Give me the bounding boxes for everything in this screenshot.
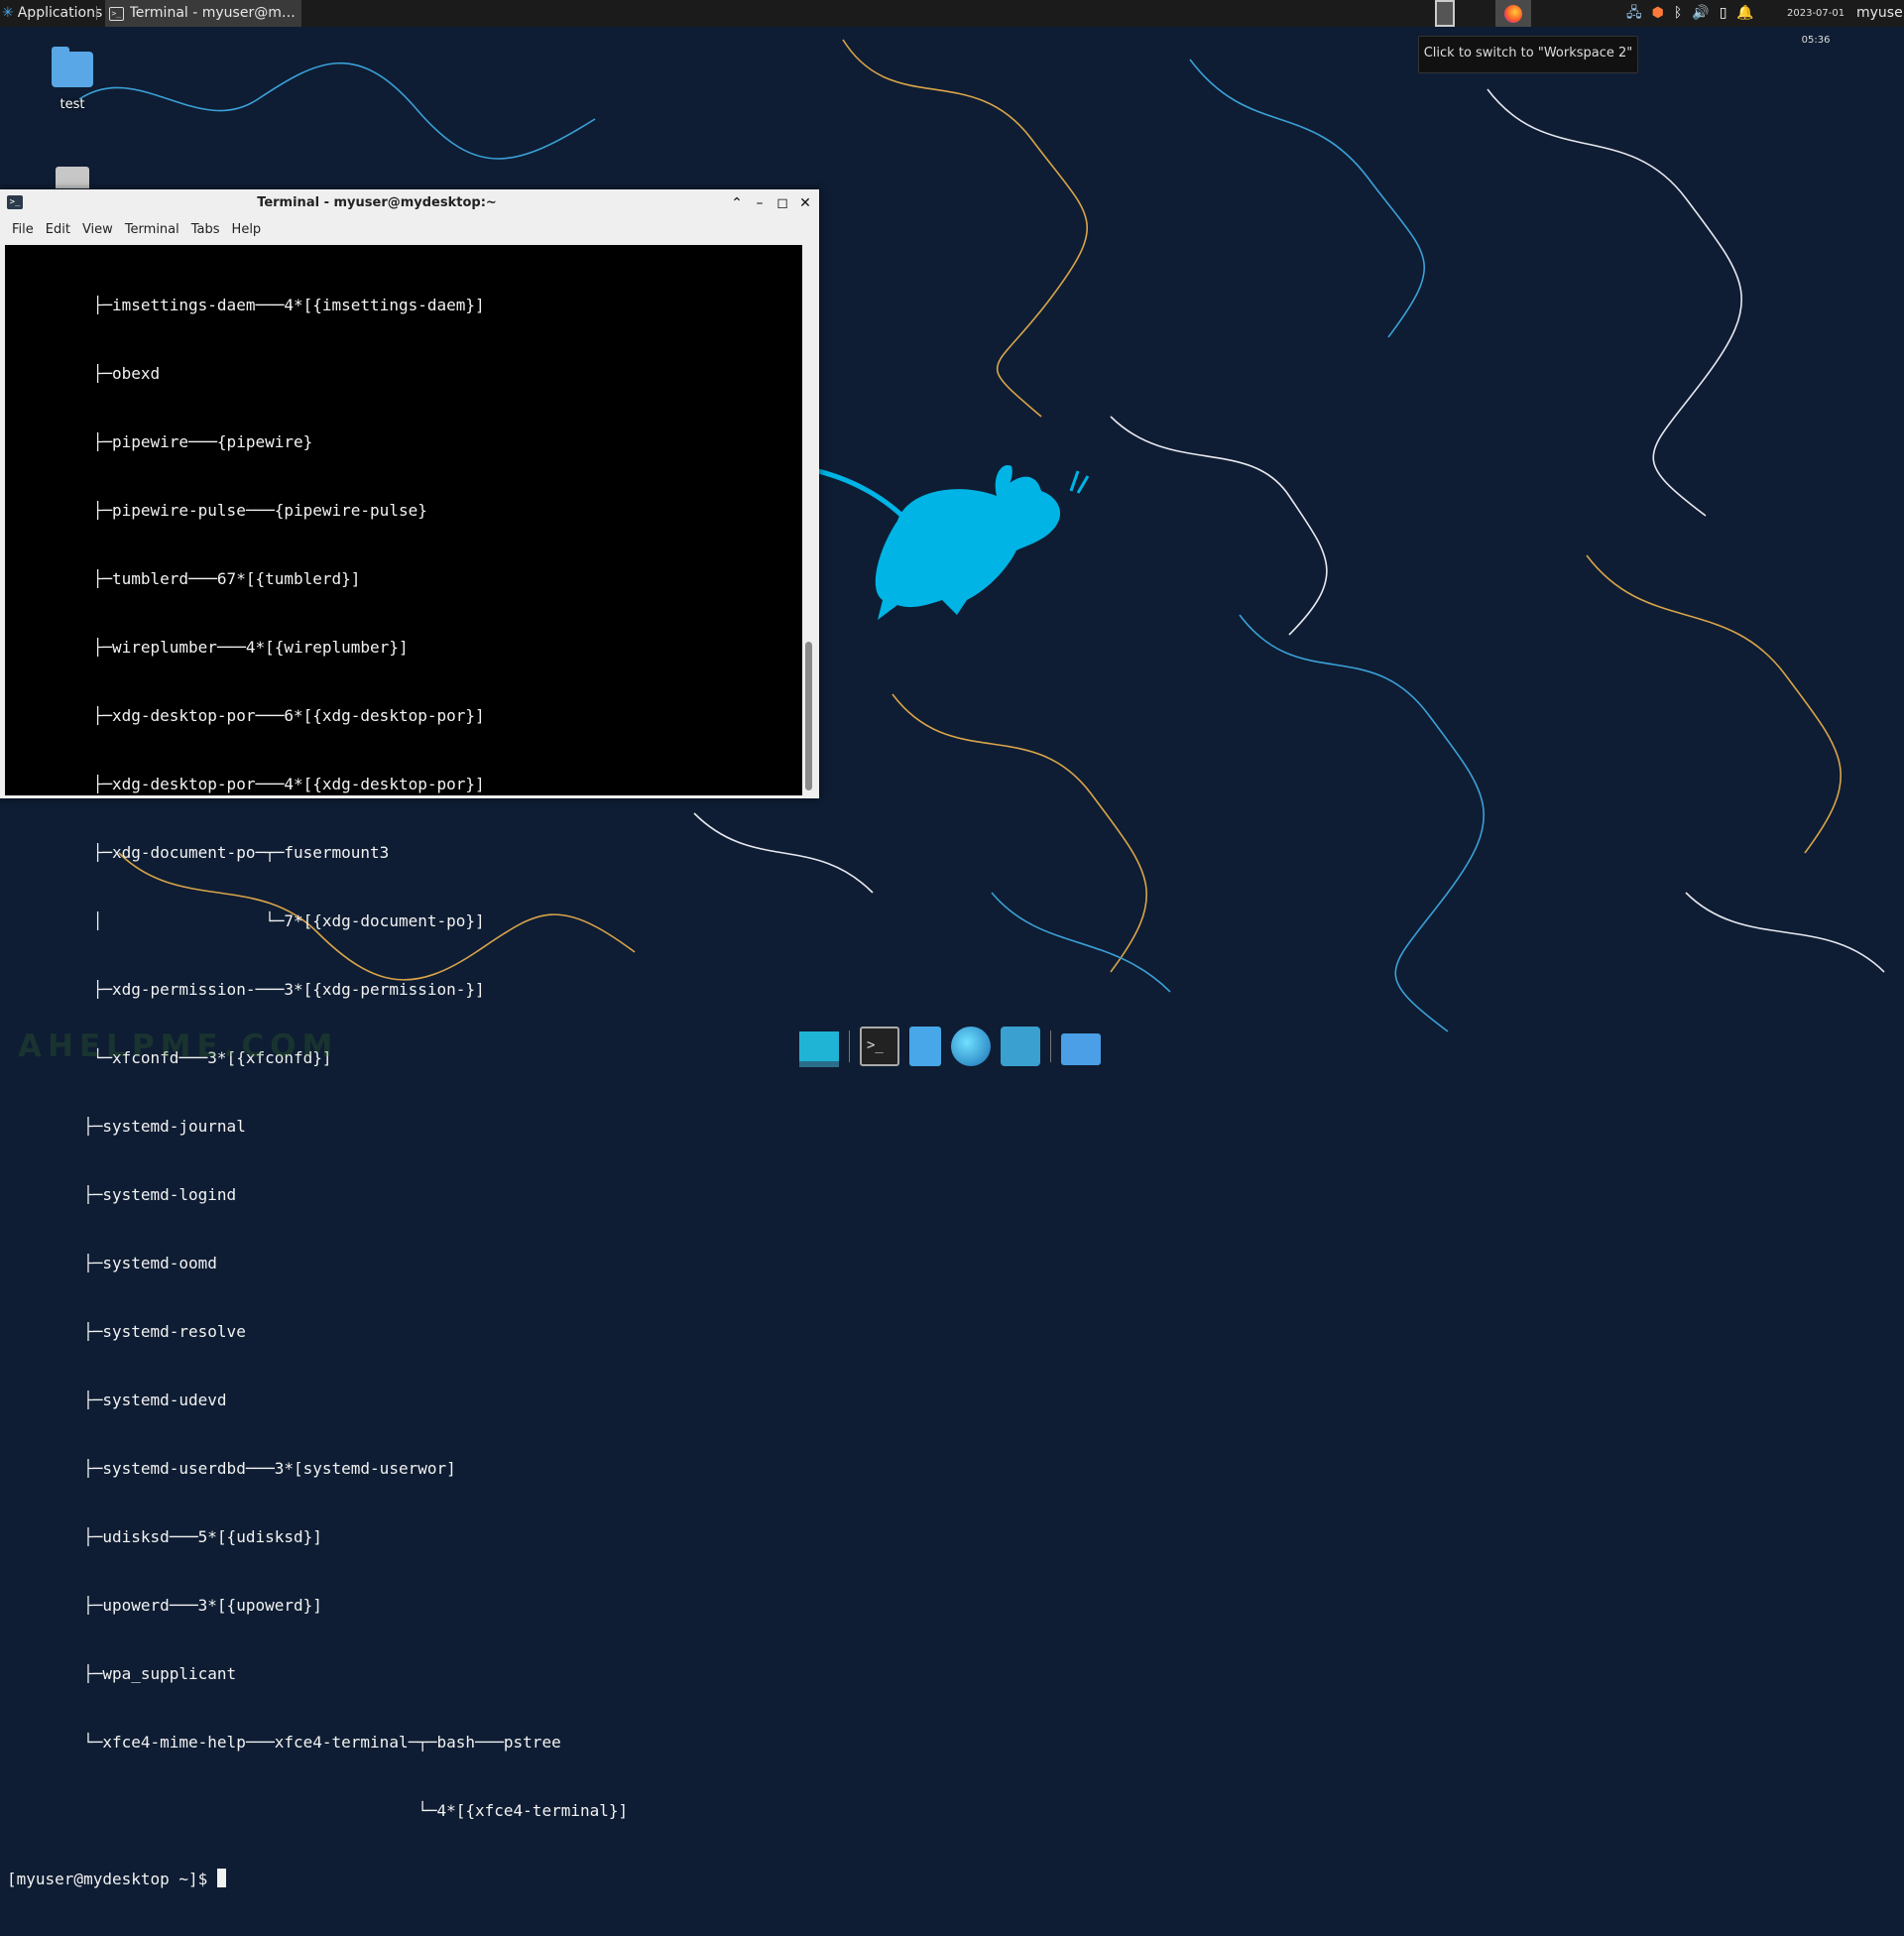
- menu-help[interactable]: Help: [226, 217, 268, 243]
- terminal-line: ├─xdg-permission-───3*[{xdg-permission-}…: [7, 980, 485, 999]
- terminal-scrollbar[interactable]: [802, 245, 816, 795]
- taskbar-button-terminal[interactable]: >_ Terminal - myuser@myde...: [105, 0, 301, 27]
- xfce-mouse-logo: [818, 465, 1090, 620]
- terminal-line: ├─systemd-logind: [7, 1185, 237, 1204]
- terminal-icon: >_: [109, 6, 124, 21]
- menu-edit[interactable]: Edit: [40, 217, 76, 243]
- bluetooth-icon[interactable]: ᛒ: [1674, 0, 1682, 27]
- terminal-lines: ├─imsettings-daem───4*[{imsettings-daem}…: [7, 248, 628, 1936]
- terminal-line: ├─xdg-desktop-por───6*[{xdg-desktop-por}…: [7, 706, 485, 725]
- folder-icon: [52, 47, 93, 87]
- window-titlebar[interactable]: >_ Terminal - myuser@mydesktop:~ ⌃ – ◻ ✕: [0, 189, 819, 217]
- drive-icon: [56, 167, 89, 188]
- terminal-cursor: [216, 1869, 226, 1887]
- battery-icon[interactable]: ▯: [1720, 0, 1727, 27]
- applications-menu[interactable]: ✳ Applications: [2, 0, 102, 27]
- terminal-window: >_ Terminal - myuser@mydesktop:~ ⌃ – ◻ ✕…: [0, 189, 819, 1888]
- menu-tabs[interactable]: Tabs: [185, 217, 226, 243]
- clock-time: 05:36: [1801, 35, 1831, 46]
- terminal-icon[interactable]: >_: [7, 195, 23, 209]
- xfce-logo-icon: ✳: [2, 5, 14, 21]
- applications-label: Applications: [17, 5, 103, 21]
- close-button[interactable]: ✕: [795, 193, 815, 213]
- desktop-drive[interactable]: [33, 167, 112, 188]
- shield-icon[interactable]: ⬢: [1652, 0, 1664, 27]
- terminal-line: ├─imsettings-daem───4*[{imsettings-daem}…: [7, 296, 485, 314]
- minimize-button[interactable]: –: [750, 193, 770, 213]
- clock-date: 2023-07-01: [1787, 8, 1845, 19]
- terminal-line: ├─wpa_supplicant: [7, 1664, 237, 1683]
- system-tray: 🖧 ⬢ ᛒ 🔊 ▯ 🔔: [1626, 0, 1754, 27]
- terminal-output[interactable]: ├─imsettings-daem───4*[{imsettings-daem}…: [5, 245, 802, 1888]
- user-menu[interactable]: myuser: [1856, 0, 1904, 27]
- terminal-line: ├─systemd-userdbd───3*[systemd-userwor]: [7, 1459, 456, 1478]
- menu-file[interactable]: File: [0, 217, 40, 243]
- terminal-line: ├─xdg-document-po─┬─fusermount3: [7, 843, 390, 862]
- web-browser-icon[interactable]: [951, 1027, 991, 1066]
- panel-separator: [96, 6, 97, 20]
- terminal-line: ├─wireplumber───4*[{wireplumber}]: [7, 638, 409, 657]
- terminal-line: │ └─7*[{xdg-document-po}]: [7, 911, 485, 930]
- taskbar-button-label: Terminal - myuser@myde...: [129, 5, 301, 21]
- terminal-line: ├─pipewire-pulse───{pipewire-pulse}: [7, 501, 427, 520]
- file-manager-icon[interactable]: [909, 1027, 941, 1066]
- firefox-icon: [1504, 4, 1522, 23]
- menu-bar: File Edit View Terminal Tabs Help: [0, 217, 819, 243]
- top-panel: ✳ Applications >_ Terminal - myuser@myde…: [0, 0, 1904, 46]
- workspace-tooltip: Click to switch to "Workspace 2": [1418, 36, 1638, 73]
- terminal-line: ├─obexd: [7, 364, 161, 383]
- volume-icon[interactable]: 🔊: [1692, 0, 1709, 27]
- terminal-line: ├─upowerd───3*[{upowerd}]: [7, 1596, 322, 1615]
- clock[interactable]: 2023-07-01 05:36: [1787, 0, 1845, 46]
- terminal-line: └─xfce4-mime-help───xfce4-terminal─┬─bas…: [7, 1733, 561, 1752]
- terminal-prompt-line[interactable]: [myuser@mydesktop ~]$: [7, 1868, 628, 1890]
- network-icon[interactable]: 🖧: [1626, 0, 1642, 27]
- terminal-line: ├─pipewire───{pipewire}: [7, 432, 313, 451]
- scrollbar-thumb[interactable]: [805, 642, 812, 790]
- window-title: Terminal - myuser@mydesktop:~: [257, 195, 497, 210]
- terminal-line: ├─xdg-desktop-por───4*[{xdg-desktop-por}…: [7, 775, 485, 793]
- dock-separator: [849, 1030, 850, 1062]
- folder-icon[interactable]: [1061, 1033, 1101, 1065]
- maximize-button[interactable]: ◻: [773, 193, 792, 213]
- terminal-line: ├─systemd-udevd: [7, 1391, 227, 1409]
- bell-icon[interactable]: 🔔: [1736, 0, 1753, 27]
- shade-button[interactable]: ⌃: [727, 193, 747, 213]
- terminal-line: ├─systemd-journal: [7, 1117, 246, 1136]
- terminal-line: ├─tumblerd───67*[{tumblerd}]: [7, 569, 361, 588]
- workspace-2-button[interactable]: [1495, 0, 1531, 27]
- menu-terminal[interactable]: Terminal: [119, 217, 185, 243]
- app-finder-icon[interactable]: [1001, 1027, 1040, 1066]
- menu-view[interactable]: View: [76, 217, 119, 243]
- terminal-icon[interactable]: >_: [860, 1027, 899, 1066]
- terminal-line: ├─systemd-oomd: [7, 1254, 217, 1272]
- dock-separator: [1050, 1030, 1051, 1062]
- dock: >_: [799, 1023, 1103, 1070]
- terminal-line: ├─udisksd───5*[{udisksd}]: [7, 1527, 322, 1546]
- workspace-1-button[interactable]: [1435, 0, 1455, 27]
- watermark: AHELPME.COM: [18, 1028, 339, 1064]
- terminal-line: └─4*[{xfce4-terminal}]: [7, 1801, 629, 1820]
- desktop-folder-label: test: [60, 97, 85, 112]
- terminal-line: ├─systemd-resolve: [7, 1322, 246, 1341]
- terminal-prompt: [myuser@mydesktop ~]$: [7, 1870, 217, 1888]
- show-desktop-icon[interactable]: [799, 1031, 839, 1067]
- desktop-folder-test[interactable]: test: [33, 47, 112, 112]
